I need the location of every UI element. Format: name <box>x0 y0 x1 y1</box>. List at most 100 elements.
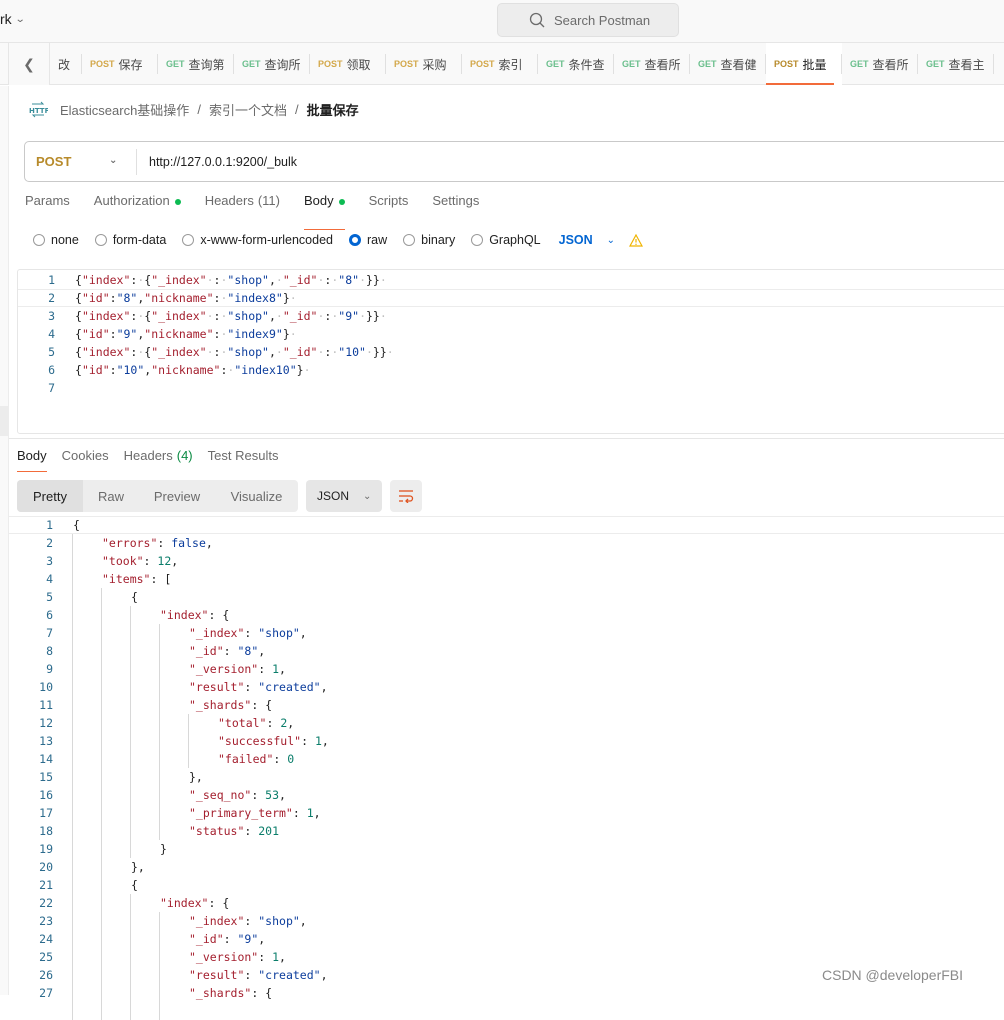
response-line: 3 "took": 12, <box>9 552 1004 570</box>
chevron-down-icon[interactable]: ⌄ <box>607 235 615 246</box>
view-option-visualize[interactable]: Visualize <box>215 480 298 512</box>
wrap-lines-icon <box>399 490 414 503</box>
request-tab[interactable]: GET 查看主 <box>918 43 994 85</box>
scroll-tabs-left-button[interactable]: ❮ <box>9 43 50 85</box>
radio-raw[interactable]: raw <box>349 233 387 247</box>
status-dot-icon <box>338 199 345 205</box>
tab-label: 查看主 <box>948 57 985 72</box>
request-tab[interactable]: GET 条件查 <box>538 43 614 85</box>
request-tab[interactable]: GET 查询第 <box>158 43 234 85</box>
line-number: 9 <box>46 662 53 676</box>
code-text: "took": 12, <box>102 554 179 568</box>
method-select[interactable]: POST ⌄ <box>25 142 136 181</box>
method-badge: POST <box>394 59 419 69</box>
response-format-select[interactable]: JSON ⌄ <box>306 480 382 512</box>
response-body-viewer[interactable]: 1{2 "errors": false, 3 "took": 12, 4 "items":… <box>9 516 1004 1020</box>
request-tab[interactable]: POST 领取 <box>310 43 386 85</box>
code-text: "result": "created", <box>189 680 328 694</box>
response-format-label: JSON <box>317 489 350 503</box>
response-tab-cookies[interactable]: Cookies <box>62 448 109 463</box>
breadcrumb-folder[interactable]: 索引一个文档 <box>209 100 287 119</box>
indent-guide <box>188 714 189 768</box>
code-text: }, <box>189 770 203 784</box>
line-number: 18 <box>39 824 53 838</box>
workspace-label: rk <box>0 11 12 27</box>
line-number: 25 <box>39 950 53 964</box>
tab-body[interactable]: Body <box>303 193 345 230</box>
request-tab[interactable]: 改 <box>50 43 82 85</box>
radio-label: form-data <box>112 233 167 247</box>
radio-form-data[interactable]: form-data <box>94 233 167 247</box>
editor-line: 5 {"index":·{"_index"·:·"shop",·"_id"·:·"… <box>18 343 1004 361</box>
tab-count: (4) <box>176 448 193 463</box>
radio-x-www-form-urlencoded[interactable]: x-www-form-urlencoded <box>182 233 333 247</box>
response-line: 1{ <box>9 516 1004 534</box>
tab-headers[interactable]: Headers (11) <box>205 193 280 223</box>
code-text: "_version": 1, <box>189 662 286 676</box>
tab-params[interactable]: Params <box>25 193 70 223</box>
tab-label: 采购 <box>422 57 447 72</box>
request-tab[interactable]: GET 查看所 <box>614 43 690 85</box>
request-tab[interactable]: POST 索引 <box>462 43 538 85</box>
chevron-down-icon: ⌄ <box>363 490 372 502</box>
indent-guide <box>159 912 160 1020</box>
radio-checked-icon <box>349 234 361 246</box>
search-input[interactable]: Search Postman <box>497 3 679 37</box>
radio-label: raw <box>367 233 388 247</box>
svg-text:HTTP: HTTP <box>29 107 48 115</box>
breadcrumb-current-request[interactable]: 批量保存 <box>307 100 359 119</box>
tab-label: Headers <box>123 448 173 463</box>
body-type-options: none form-data x-www-form-urlencoded raw bin… <box>33 233 644 247</box>
line-number: 23 <box>39 914 53 928</box>
tab-label: Body <box>17 448 47 463</box>
method-badge: POST <box>90 59 115 69</box>
view-option-raw[interactable]: Raw <box>83 480 139 512</box>
view-option-preview[interactable]: Preview <box>139 480 215 512</box>
code-text: "result": "created", <box>189 968 328 982</box>
request-tab[interactable]: POST 保存 <box>82 43 158 85</box>
line-number: 26 <box>39 968 53 982</box>
tab-label: Scripts <box>368 193 409 208</box>
request-tab[interactable]: GET 查看健 <box>690 43 766 85</box>
request-tab[interactable]: GET 查看所 <box>842 43 918 85</box>
response-divider[interactable] <box>9 438 1004 439</box>
wrap-lines-button[interactable] <box>390 480 422 512</box>
indent-guide <box>72 534 73 1020</box>
radio-GraphQL[interactable]: GraphQL <box>471 233 541 247</box>
view-option-pretty[interactable]: Pretty <box>17 480 83 512</box>
code-text: "items": [ <box>102 572 172 586</box>
chevron-left-icon: ❮ <box>23 55 35 72</box>
editor-line: 6 {"id":"10","nickname":·"index10"}· <box>18 361 1004 379</box>
http-icon: HTTP <box>29 101 48 117</box>
response-tab-body[interactable]: Body <box>17 448 47 472</box>
method-badge: POST <box>318 59 343 69</box>
tab-authorization[interactable]: Authorization <box>94 193 181 223</box>
request-tab[interactable]: POST 批量 <box>766 43 842 85</box>
request-body-editor[interactable]: 1 {"index":·{"_index"·:·"shop",·"_id"·:·"… <box>17 269 1004 434</box>
body-language-select[interactable]: JSON <box>559 233 593 247</box>
radio-unchecked-icon <box>182 234 195 246</box>
request-tab[interactable]: GET 查询所 <box>234 43 310 85</box>
radio-none[interactable]: none <box>33 233 79 247</box>
breadcrumb-collection[interactable]: Elasticsearch基础操作 <box>60 100 189 119</box>
editor-line: 4 {"id":"9","nickname":·"index9"}· <box>18 325 1004 343</box>
response-tab-headers[interactable]: Headers (4) <box>124 448 193 463</box>
radio-label: GraphQL <box>489 233 541 247</box>
line-number: 2 <box>46 536 53 550</box>
radio-binary[interactable]: binary <box>403 233 455 247</box>
tab-label: 查询第 <box>188 57 225 72</box>
tab-settings[interactable]: Settings <box>432 193 479 223</box>
url-input[interactable]: http://127.0.0.1:9200/_bulk <box>137 155 297 169</box>
radio-label: binary <box>421 233 456 247</box>
url-bar: POST ⌄ http://127.0.0.1:9200/_bulk <box>24 141 1004 182</box>
tab-scripts[interactable]: Scripts <box>369 193 409 223</box>
tab-label: Cookies <box>61 448 109 463</box>
workspace-switcher[interactable]: rk ⌄ <box>0 11 25 27</box>
request-tab[interactable]: POST 采购 <box>386 43 462 85</box>
line-number: 27 <box>39 986 53 1000</box>
response-line: 5{ <box>9 588 1004 606</box>
response-tab-test-results[interactable]: Test Results <box>208 448 279 463</box>
warning-icon[interactable] <box>629 233 644 247</box>
line-number: 22 <box>39 896 53 910</box>
code-text: "_primary_term": 1, <box>189 806 321 820</box>
